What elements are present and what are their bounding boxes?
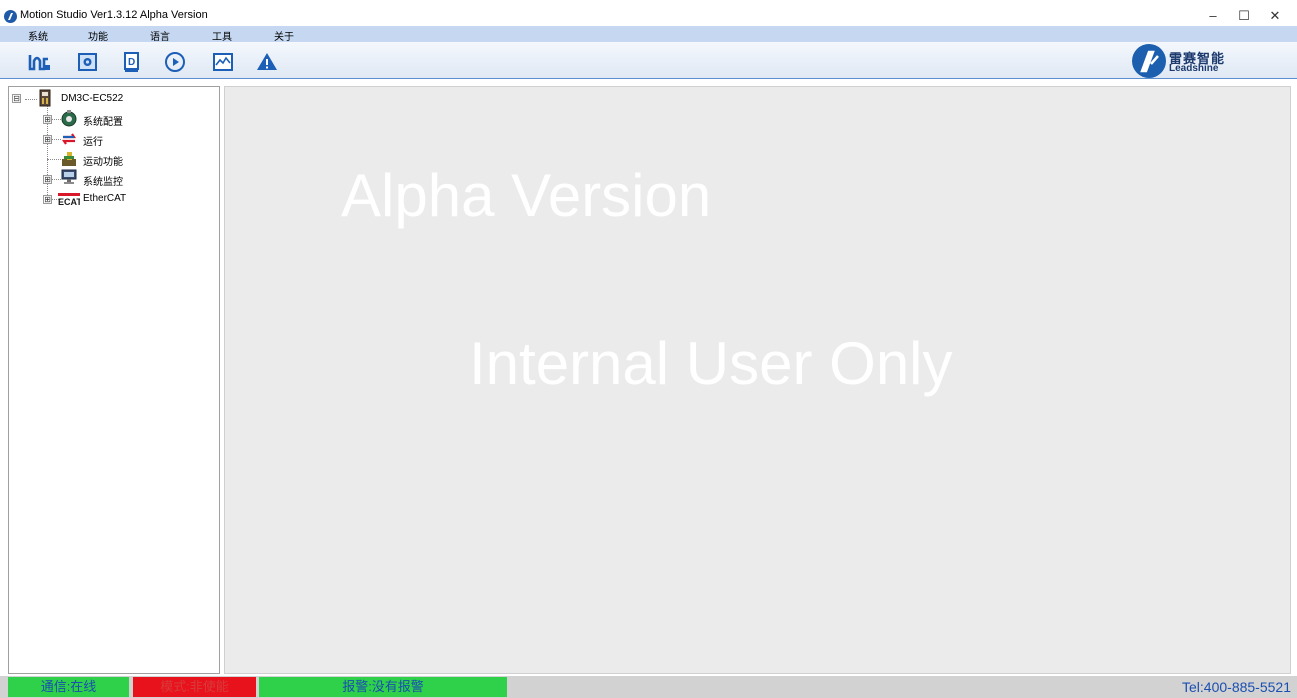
tree-item-ethercat[interactable]: ⊞ ECAT EtherCAT xyxy=(9,190,219,208)
tree-root[interactable]: ⊟ DM3C-EC522 xyxy=(9,89,219,108)
ethercat-icon: ECAT xyxy=(58,190,80,208)
collapse-icon[interactable]: ⊟ xyxy=(12,94,21,103)
tree-item-system-config[interactable]: ⊞ 系统配置 xyxy=(9,110,219,128)
device-icon xyxy=(36,89,54,107)
motion-function-icon xyxy=(60,150,78,168)
app-logo-icon xyxy=(4,10,17,23)
tree-item-label: 运行 xyxy=(83,137,103,148)
expand-icon[interactable]: ⊞ xyxy=(43,135,52,144)
brand-name-en: Leadshine xyxy=(1169,63,1219,74)
system-monitor-icon xyxy=(60,168,78,186)
document-icon[interactable]: D xyxy=(122,51,144,73)
menu-bar: 系统 功能 语言 工具 关于 xyxy=(0,26,1297,43)
svg-text:D: D xyxy=(128,57,135,68)
expand-icon[interactable]: ⊞ xyxy=(43,175,52,184)
tree-item-label: 运动功能 xyxy=(83,157,123,168)
menu-tools[interactable]: 工具 xyxy=(212,28,232,43)
status-telephone: Tel:400-885-5521 xyxy=(1182,679,1291,695)
tree-item-system-monitor[interactable]: ⊞ 系统监控 xyxy=(9,168,219,188)
leadshine-logo-icon xyxy=(1132,44,1166,78)
alarm-icon[interactable] xyxy=(256,51,278,73)
minimize-button[interactable]: – xyxy=(1203,8,1223,24)
run-cycle-icon xyxy=(60,130,78,148)
watermark-alpha: Alpha Version xyxy=(341,162,712,229)
toolbar: D 雷赛智能 Leadshine xyxy=(0,42,1297,79)
leadshine-logo: 雷赛智能 Leadshine xyxy=(1132,44,1232,78)
watermark-internal: Internal User Only xyxy=(469,330,953,397)
system-config-icon xyxy=(60,110,78,128)
parameter-icon[interactable] xyxy=(77,51,99,73)
run-icon[interactable] xyxy=(164,51,186,73)
svg-text:ECAT: ECAT xyxy=(58,197,80,207)
main-workspace: Alpha Version Internal User Only xyxy=(224,86,1291,674)
tree-item-run[interactable]: ⊞ 运行 xyxy=(9,130,219,148)
title-bar: Motion Studio Ver1.3.12 Alpha Version – … xyxy=(0,0,1297,26)
menu-about[interactable]: 关于 xyxy=(274,28,294,43)
menu-function[interactable]: 功能 xyxy=(88,28,108,43)
window-title: Motion Studio Ver1.3.12 Alpha Version xyxy=(20,9,208,21)
menu-language[interactable]: 语言 xyxy=(150,28,170,43)
expand-icon[interactable]: ⊞ xyxy=(43,115,52,124)
tree-item-label: 系统配置 xyxy=(83,117,123,128)
status-bar: 通信:在线 模式:非使能 报警:没有报警 Tel:400-885-5521 xyxy=(0,676,1297,698)
connect-icon[interactable] xyxy=(28,51,50,73)
status-alarm: 报警:没有报警 xyxy=(259,677,507,697)
menu-system[interactable]: 系统 xyxy=(28,28,48,43)
device-tree: ⊟ DM3C-EC522 ⊞ 系统配置 ⊞ 运行 运动功能 ⊞ 系统监控 ⊞ E… xyxy=(8,86,220,674)
status-communication: 通信:在线 xyxy=(8,677,129,697)
tree-root-label: DM3C-EC522 xyxy=(61,93,124,104)
tree-item-motion-function[interactable]: 运动功能 xyxy=(9,150,219,168)
tree-item-label: 系统监控 xyxy=(83,177,123,188)
scope-icon[interactable] xyxy=(212,51,234,73)
close-button[interactable]: ✕ xyxy=(1265,8,1285,24)
expand-icon[interactable]: ⊞ xyxy=(43,195,52,204)
status-mode: 模式:非使能 xyxy=(133,677,256,697)
maximize-button[interactable]: ☐ xyxy=(1234,8,1254,24)
tree-item-label: EtherCAT xyxy=(83,193,127,204)
